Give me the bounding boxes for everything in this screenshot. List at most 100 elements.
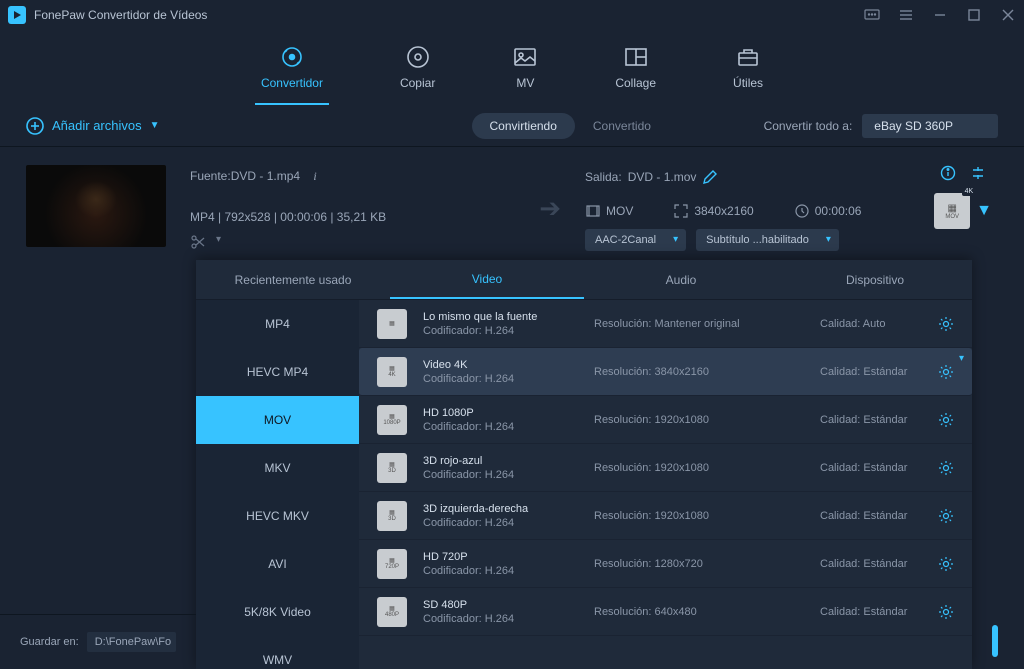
nav-mv[interactable]: MV <box>506 40 544 105</box>
preset-quality: Calidad: Estándar <box>820 510 922 522</box>
app-logo-icon <box>8 6 26 24</box>
format-hevcmkv[interactable]: HEVC MKV <box>196 492 359 540</box>
preset-resolution: Resolución: 1280x720 <box>594 558 804 570</box>
nav-copiar[interactable]: Copiar <box>394 40 441 105</box>
resolution-icon <box>673 203 689 219</box>
info-circle-icon[interactable] <box>940 165 956 181</box>
info-icon[interactable]: i <box>313 169 316 183</box>
format-tab-recent[interactable]: Recientemente usado <box>196 260 390 299</box>
main-nav: Convertidor Copiar MV Collage Útiles <box>0 30 1024 105</box>
preset-quality: Calidad: Estándar <box>820 606 922 618</box>
preset-row[interactable]: ▦3D 3D izquierda-derechaCodificador: H.26… <box>359 492 972 540</box>
preset-name: 3D rojo-azulCodificador: H.264 <box>423 455 578 481</box>
preset-resolution: Resolución: 640x480 <box>594 606 804 618</box>
save-path-input[interactable]: D:\FonePaw\Fo <box>87 632 176 652</box>
add-files-button[interactable]: Añadir archivos ▼ <box>26 117 160 135</box>
image-icon <box>512 44 538 70</box>
format-hevcmp4[interactable]: HEVC MP4 <box>196 348 359 396</box>
gear-icon[interactable] <box>938 604 954 620</box>
film-icon <box>585 203 601 219</box>
format-mov[interactable]: MOV <box>196 396 359 444</box>
gear-icon[interactable] <box>938 508 954 524</box>
preset-icon: ▦720P <box>377 549 407 579</box>
gear-icon[interactable] <box>938 412 954 428</box>
disc-icon <box>405 44 431 70</box>
video-thumbnail[interactable] <box>26 165 166 247</box>
preset-icon: ▦1080P <box>377 405 407 435</box>
preset-resolution: Resolución: 3840x2160 <box>594 366 804 378</box>
toolbar: Añadir archivos ▼ Convirtiendo Convertid… <box>0 105 1024 147</box>
menu-icon[interactable] <box>898 7 914 23</box>
preset-row[interactable]: ▦4KVideo 4KCodificador: H.264Resolución:… <box>359 348 972 396</box>
footer: Guardar en: D:\FonePaw\Fo <box>0 614 196 669</box>
convert-all-preset-select[interactable]: eBay SD 360P <box>862 114 998 138</box>
output-info: Salida:DVD - 1.mov MOV 3840x2160 00:00:0… <box>585 165 910 251</box>
collage-icon <box>623 44 649 70</box>
tab-converted[interactable]: Convertido <box>575 113 669 139</box>
preset-row[interactable]: ▦3D3D rojo-azulCodificador: H.264Resoluc… <box>359 444 972 492</box>
subtitle-select[interactable]: Subtítulo ...habilitado <box>696 229 839 251</box>
format-mkv[interactable]: MKV <box>196 444 359 492</box>
preset-row[interactable]: ▦480P SD 480PCodificador: H.264 Resolución… <box>359 588 972 636</box>
tab-converting[interactable]: Convirtiendo <box>472 113 575 139</box>
preset-row[interactable]: ▦720PHD 720PCodificador: H.264Resolución… <box>359 540 972 588</box>
nav-utiles[interactable]: Útiles <box>727 40 769 105</box>
gear-icon[interactable] <box>938 364 954 380</box>
format-tabbar: Recientemente usado Video Audio Disposit… <box>196 260 972 300</box>
compress-icon[interactable] <box>970 165 986 181</box>
preset-name: 3D izquierda-derechaCodificador: H.264 <box>423 503 578 529</box>
preset-name: HD 1080PCodificador: H.264 <box>423 407 578 433</box>
minimize-button[interactable] <box>932 7 948 23</box>
preset-resolution: Resolución: 1920x1080 <box>594 510 804 522</box>
format-sidebar: MP4HEVC MP4MOVMKVHEVC MKVAVI5K/8K VideoW… <box>196 300 359 669</box>
feedback-icon[interactable] <box>864 7 880 23</box>
file-item: Fuente:DVD - 1.mp4 i MP4 | 792x528 | 00:… <box>0 147 1024 261</box>
close-button[interactable] <box>1000 7 1016 23</box>
edit-icon[interactable] <box>702 169 718 185</box>
gear-icon[interactable] <box>938 460 954 476</box>
titlebar: FonePaw Convertidor de Vídeos <box>0 0 1024 30</box>
preset-quality: Calidad: Estándar <box>820 558 922 570</box>
preset-icon: ▦3D <box>377 501 407 531</box>
audio-select[interactable]: AAC-2Canal <box>585 229 686 251</box>
maximize-button[interactable] <box>966 7 982 23</box>
format-tab-device[interactable]: Dispositivo <box>778 260 972 299</box>
preset-quality: Calidad: Auto <box>820 318 922 330</box>
scissors-icon[interactable] <box>190 234 206 250</box>
output-preset-thumb[interactable]: 4K ▦ MOV <box>934 193 970 229</box>
toolbox-icon <box>735 44 761 70</box>
format-tab-video[interactable]: Video <box>390 260 584 299</box>
chevron-down-icon[interactable]: ▾ <box>216 234 221 250</box>
status-tabs: Convirtiendo Convertido <box>472 113 669 139</box>
chevron-down-icon: ▼ <box>150 120 160 131</box>
format-avi[interactable]: AVI <box>196 540 359 588</box>
output-actions: 4K ▦ MOV ▼ <box>934 165 998 251</box>
preset-icon: ▦480P <box>377 597 407 627</box>
gear-icon[interactable] <box>938 316 954 332</box>
preset-row[interactable]: ▦1080P HD 1080PCodificador: H.264 Resoluci… <box>359 396 972 444</box>
nav-convertidor[interactable]: Convertidor <box>255 40 329 105</box>
window-controls <box>864 7 1016 23</box>
convert-all-section: Convertir todo a: eBay SD 360P <box>764 114 998 138</box>
gear-icon[interactable] <box>938 556 954 572</box>
format-mp4[interactable]: MP4 <box>196 300 359 348</box>
format-tab-audio[interactable]: Audio <box>584 260 778 299</box>
format-panel: Recientemente usado Video Audio Disposit… <box>196 260 972 669</box>
preset-quality: Calidad: Estándar <box>820 414 922 426</box>
preset-name: Lo mismo que la fuenteCodificador: H.264 <box>423 311 578 337</box>
preset-quality: Calidad: Estándar <box>820 462 922 474</box>
clock-icon <box>794 203 810 219</box>
preset-list: ▦Lo mismo que la fuenteCodificador: H.26… <box>359 300 972 669</box>
plus-circle-icon <box>26 117 44 135</box>
chevron-down-icon[interactable]: ▼ <box>976 202 992 220</box>
film-icon: ▦ <box>947 203 956 214</box>
scrollbar-thumb[interactable] <box>992 625 998 657</box>
format-wmv[interactable]: WMV <box>196 636 359 669</box>
nav-collage[interactable]: Collage <box>609 40 662 105</box>
preset-quality: Calidad: Estándar <box>820 366 922 378</box>
preset-name: Video 4KCodificador: H.264 <box>423 359 578 385</box>
preset-resolution: Resolución: 1920x1080 <box>594 414 804 426</box>
preset-name: SD 480PCodificador: H.264 <box>423 599 578 625</box>
format-5k8kvideo[interactable]: 5K/8K Video <box>196 588 359 636</box>
preset-row[interactable]: ▦Lo mismo que la fuenteCodificador: H.26… <box>359 300 972 348</box>
